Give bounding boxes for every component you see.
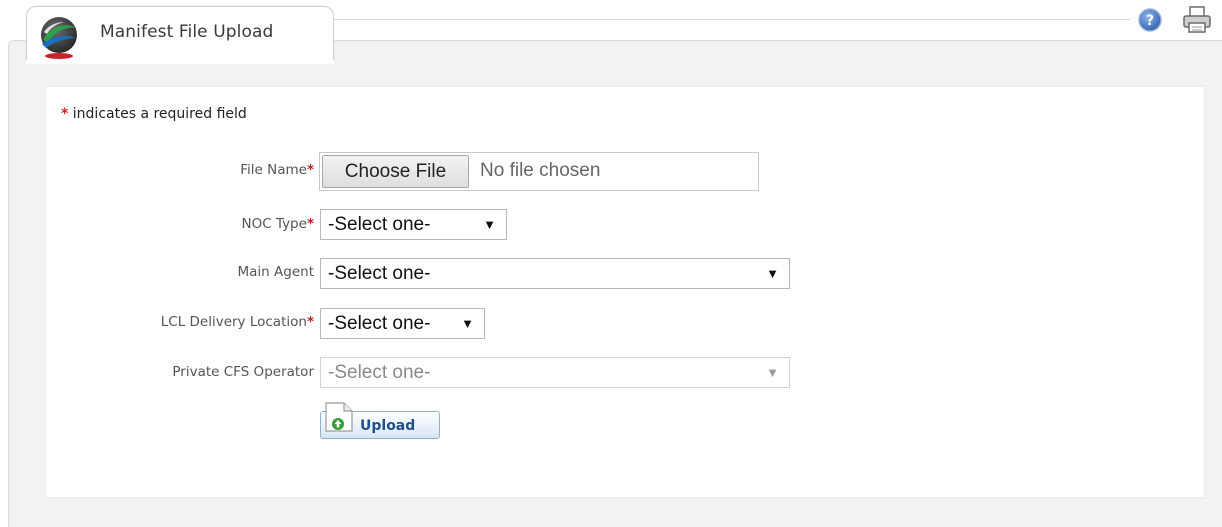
upload-button-label: Upload: [360, 418, 416, 434]
title-tab-base: [26, 60, 334, 64]
main-agent-selected-value: -Select one-: [328, 263, 431, 284]
page-title: Manifest File Upload: [100, 22, 274, 42]
main-agent-select[interactable]: -Select one- ▼: [320, 258, 790, 289]
noc-type-selected-value: -Select one-: [328, 214, 431, 235]
file-status-text: No file chosen: [480, 160, 601, 181]
lcl-delivery-location-select[interactable]: -Select one- ▼: [320, 308, 485, 339]
private-cfs-operator-label: Private CFS Operator: [172, 364, 314, 380]
private-cfs-operator-selected-value: -Select one-: [328, 362, 431, 383]
private-cfs-operator-select: -Select one- ▼: [320, 357, 790, 388]
chevron-down-icon: ▼: [483, 217, 496, 232]
required-note-text: indicates a required field: [68, 106, 247, 122]
choose-file-button[interactable]: Choose File: [322, 155, 469, 188]
noc-type-select[interactable]: -Select one- ▼: [320, 209, 507, 240]
svg-text:?: ?: [1146, 13, 1154, 29]
file-name-input[interactable]: Choose File No file chosen: [319, 152, 759, 191]
main-agent-label: Main Agent: [237, 264, 314, 280]
header-divider: [330, 19, 1130, 20]
upload-button[interactable]: Upload: [320, 401, 441, 440]
help-icon[interactable]: ?: [1137, 7, 1163, 33]
file-name-label: File Name*: [240, 162, 314, 178]
upload-document-icon: [325, 402, 353, 432]
chevron-down-icon: ▼: [766, 365, 779, 380]
noc-type-label: NOC Type*: [241, 216, 314, 232]
chevron-down-icon: ▼: [766, 266, 779, 281]
chevron-down-icon: ▼: [461, 316, 474, 331]
print-icon[interactable]: [1181, 4, 1213, 36]
required-note: * indicates a required field: [61, 106, 247, 122]
lcl-delivery-location-label: LCL Delivery Location*: [160, 314, 314, 330]
form-card: [45, 86, 1205, 498]
lcl-delivery-location-selected-value: -Select one-: [328, 313, 431, 334]
dp-world-globe-logo-icon: [41, 17, 77, 59]
